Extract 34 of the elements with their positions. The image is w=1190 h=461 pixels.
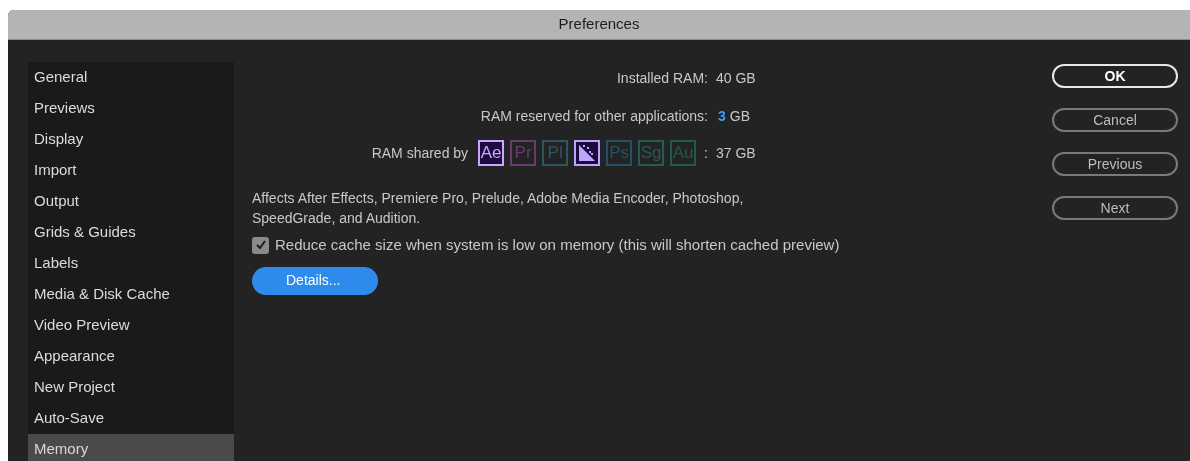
app-badge: Ae: [478, 140, 505, 166]
affected-apps-note: Affects After Effects, Premiere Pro, Prelude, Adobe Media Encoder, Photoshop, SpeedGrade, and Audition.: [252, 189, 745, 228]
shared-ram-value: 37 GB: [715, 143, 757, 163]
app-badge: Ps: [606, 140, 633, 166]
dialog-button[interactable]: Next: [1052, 196, 1178, 220]
sidebar-item[interactable]: Previews: [28, 93, 234, 124]
sidebar-item[interactable]: Auto-Save: [28, 403, 234, 434]
sidebar-item[interactable]: Output: [28, 186, 234, 217]
window-title: Preferences: [558, 14, 640, 35]
sidebar-item[interactable]: Media & Disk Cache: [28, 279, 234, 310]
sidebar-item[interactable]: Display: [28, 124, 234, 155]
reserved-ram-unit: GB: [729, 107, 751, 126]
reserved-ram-label: RAM reserved for other applications:: [480, 107, 708, 126]
reduce-cache-label: Reduce cache size when system is low on memory (this will shorten cached preview): [275, 235, 840, 255]
shared-ram-separator: :: [704, 143, 708, 163]
dialog-button[interactable]: Cancel: [1052, 108, 1178, 132]
checkmark-icon: [254, 239, 267, 252]
app-badge: Pr: [510, 140, 537, 166]
installed-ram-value: 40 GB: [715, 69, 757, 88]
reserved-ram-field[interactable]: 3: [718, 106, 726, 127]
checkbox[interactable]: [252, 236, 269, 254]
sidebar-item[interactable]: Import: [28, 155, 234, 186]
sidebar-item[interactable]: General: [28, 62, 234, 93]
shared-ram-label: RAM shared by: [371, 143, 469, 163]
dialog-button[interactable]: Previous: [1052, 152, 1178, 176]
sidebar-item[interactable]: Memory: [28, 434, 234, 461]
sidebar-item[interactable]: Appearance: [28, 341, 234, 372]
sidebar-item[interactable]: Labels: [28, 248, 234, 279]
installed-ram-label: Installed RAM:: [616, 69, 708, 88]
dialog-button[interactable]: OK: [1052, 64, 1178, 88]
app-badge: Pl: [542, 140, 569, 166]
sidebar-item[interactable]: Video Preview: [28, 310, 234, 341]
sidebar-item[interactable]: New Project: [28, 372, 234, 403]
sidebar-item[interactable]: Grids & Guides: [28, 217, 234, 248]
